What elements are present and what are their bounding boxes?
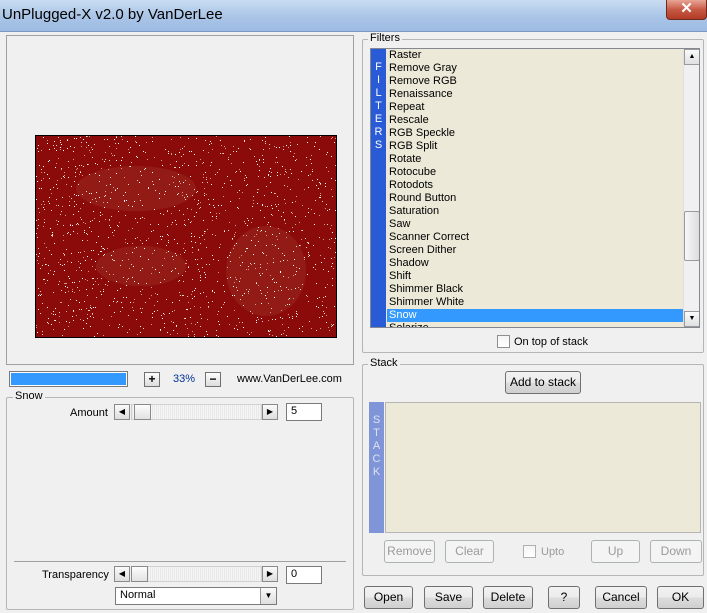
filter-item[interactable]: Rotate xyxy=(387,153,683,166)
close-button[interactable]: ✕ xyxy=(666,0,707,20)
close-icon: ✕ xyxy=(680,0,693,17)
transparency-slider-thumb[interactable] xyxy=(131,566,148,582)
snow-group-title: Snow xyxy=(13,390,45,402)
filter-item[interactable]: RGB Split xyxy=(387,140,683,153)
amount-value: 5 xyxy=(291,405,298,417)
transparency-label: Transparency xyxy=(42,569,109,581)
arrow-down-icon: ▼ xyxy=(688,315,696,322)
on-top-of-stack-checkbox[interactable] xyxy=(497,335,510,348)
arrow-left-icon: ◀ xyxy=(118,569,126,578)
filter-item[interactable]: Screen Dither xyxy=(387,244,683,257)
stack-bar-letter: S xyxy=(372,414,381,426)
stack-side-bar: STACK xyxy=(369,402,384,533)
filters-bar-letter: T xyxy=(375,100,382,112)
progress-bar xyxy=(9,371,128,387)
filter-item[interactable]: Saw xyxy=(387,218,683,231)
amount-input[interactable]: 5 xyxy=(286,403,322,421)
scroll-up-button[interactable]: ▲ xyxy=(684,49,699,65)
open-button[interactable]: Open xyxy=(364,586,413,609)
filter-items: Raster Remove Gray Remove RGB Renaissance Re… xyxy=(387,49,683,327)
chevron-down-icon[interactable]: ▼ xyxy=(260,588,276,604)
stack-bar-letter: A xyxy=(372,440,381,452)
filter-item[interactable]: Shimmer White xyxy=(387,296,683,309)
filter-item[interactable]: Shift xyxy=(387,270,683,283)
transparency-decrease-button[interactable]: ◀ xyxy=(114,566,130,582)
filter-item[interactable]: Rotocube xyxy=(387,166,683,179)
filter-item-selected[interactable]: Snow xyxy=(387,309,683,322)
arrow-up-icon: ▲ xyxy=(688,53,696,60)
filters-bar-letter: I xyxy=(376,74,381,86)
filters-bar-letter: R xyxy=(374,126,383,138)
website-link[interactable]: www.VanDerLee.com xyxy=(237,373,342,385)
filter-item[interactable]: Rotodots xyxy=(387,179,683,192)
filter-item[interactable]: Scanner Correct xyxy=(387,231,683,244)
filters-side-bar: FILTERS xyxy=(371,49,386,327)
filters-scrollbar[interactable]: ▲ ▼ xyxy=(683,49,699,327)
transparency-value: 0 xyxy=(291,568,298,580)
preview-image[interactable] xyxy=(35,135,337,338)
transparency-input[interactable]: 0 xyxy=(286,566,322,584)
filters-bar-letter: S xyxy=(374,139,383,151)
stack-bar-letter: T xyxy=(373,427,380,439)
transparency-slider-track[interactable] xyxy=(131,566,262,582)
progress-fill xyxy=(11,373,126,385)
upto-checkbox[interactable] xyxy=(523,545,536,558)
filters-bar-letter: E xyxy=(374,113,383,125)
scroll-down-button[interactable]: ▼ xyxy=(684,311,699,327)
plus-icon: + xyxy=(148,372,156,386)
filter-item[interactable]: Solarize xyxy=(387,322,683,327)
filter-item[interactable]: Saturation xyxy=(387,205,683,218)
filter-item[interactable]: Renaissance xyxy=(387,88,683,101)
filter-item[interactable]: Remove RGB xyxy=(387,75,683,88)
arrow-right-icon: ▶ xyxy=(266,407,274,416)
filters-bar-letter: F xyxy=(375,61,382,73)
filters-list[interactable]: FILTERS Raster Remove Gray Remove RGB Renai… xyxy=(370,48,700,328)
filters-bar-letter: L xyxy=(375,87,382,99)
filter-item[interactable]: Shimmer Black xyxy=(387,283,683,296)
cancel-button[interactable]: Cancel xyxy=(595,586,647,609)
stack-bar-letter: K xyxy=(372,466,381,478)
filter-item[interactable]: Raster xyxy=(387,49,683,62)
filter-item[interactable]: Round Button xyxy=(387,192,683,205)
add-to-stack-button[interactable]: Add to stack xyxy=(505,371,581,394)
filter-item[interactable]: Remove Gray xyxy=(387,62,683,75)
blend-mode-value: Normal xyxy=(120,589,156,601)
amount-label: Amount xyxy=(70,407,108,419)
zoom-in-button[interactable]: + xyxy=(144,372,160,387)
stack-group-title: Stack xyxy=(368,357,400,369)
filter-item[interactable]: RGB Speckle xyxy=(387,127,683,140)
preview-panel xyxy=(6,35,354,365)
help-button[interactable]: ? xyxy=(548,586,580,609)
minus-icon: − xyxy=(209,372,217,386)
clear-button[interactable]: Clear xyxy=(445,540,494,563)
zoom-level: 33% xyxy=(172,373,196,385)
arrow-left-icon: ◀ xyxy=(118,407,126,416)
delete-button[interactable]: Delete xyxy=(483,586,533,609)
stack-bar-letter: C xyxy=(372,453,381,465)
scroll-thumb[interactable] xyxy=(684,211,699,261)
remove-button[interactable]: Remove xyxy=(384,540,435,563)
transparency-divider xyxy=(14,561,346,562)
filter-item[interactable]: Rescale xyxy=(387,114,683,127)
filters-group-title: Filters xyxy=(368,32,402,44)
save-button[interactable]: Save xyxy=(424,586,473,609)
stack-list[interactable] xyxy=(385,402,701,533)
amount-decrease-button[interactable]: ◀ xyxy=(114,404,130,420)
snow-preview-graphic xyxy=(36,136,336,337)
amount-increase-button[interactable]: ▶ xyxy=(262,404,278,420)
window-title: UnPlugged-X v2.0 by VanDerLee xyxy=(2,6,223,23)
filter-item[interactable]: Shadow xyxy=(387,257,683,270)
upto-label[interactable]: Upto xyxy=(541,546,564,558)
up-button[interactable]: Up xyxy=(591,540,640,563)
zoom-out-button[interactable]: − xyxy=(205,372,221,387)
title-bar[interactable]: UnPlugged-X v2.0 by VanDerLee ✕ xyxy=(0,0,707,32)
arrow-right-icon: ▶ xyxy=(266,569,274,578)
blend-mode-select[interactable]: Normal ▼ xyxy=(115,587,277,605)
amount-slider-thumb[interactable] xyxy=(134,404,151,420)
transparency-increase-button[interactable]: ▶ xyxy=(262,566,278,582)
down-button[interactable]: Down xyxy=(650,540,702,563)
filter-item[interactable]: Repeat xyxy=(387,101,683,114)
ok-button[interactable]: OK xyxy=(657,586,704,609)
on-top-of-stack-label[interactable]: On top of stack xyxy=(514,336,588,348)
